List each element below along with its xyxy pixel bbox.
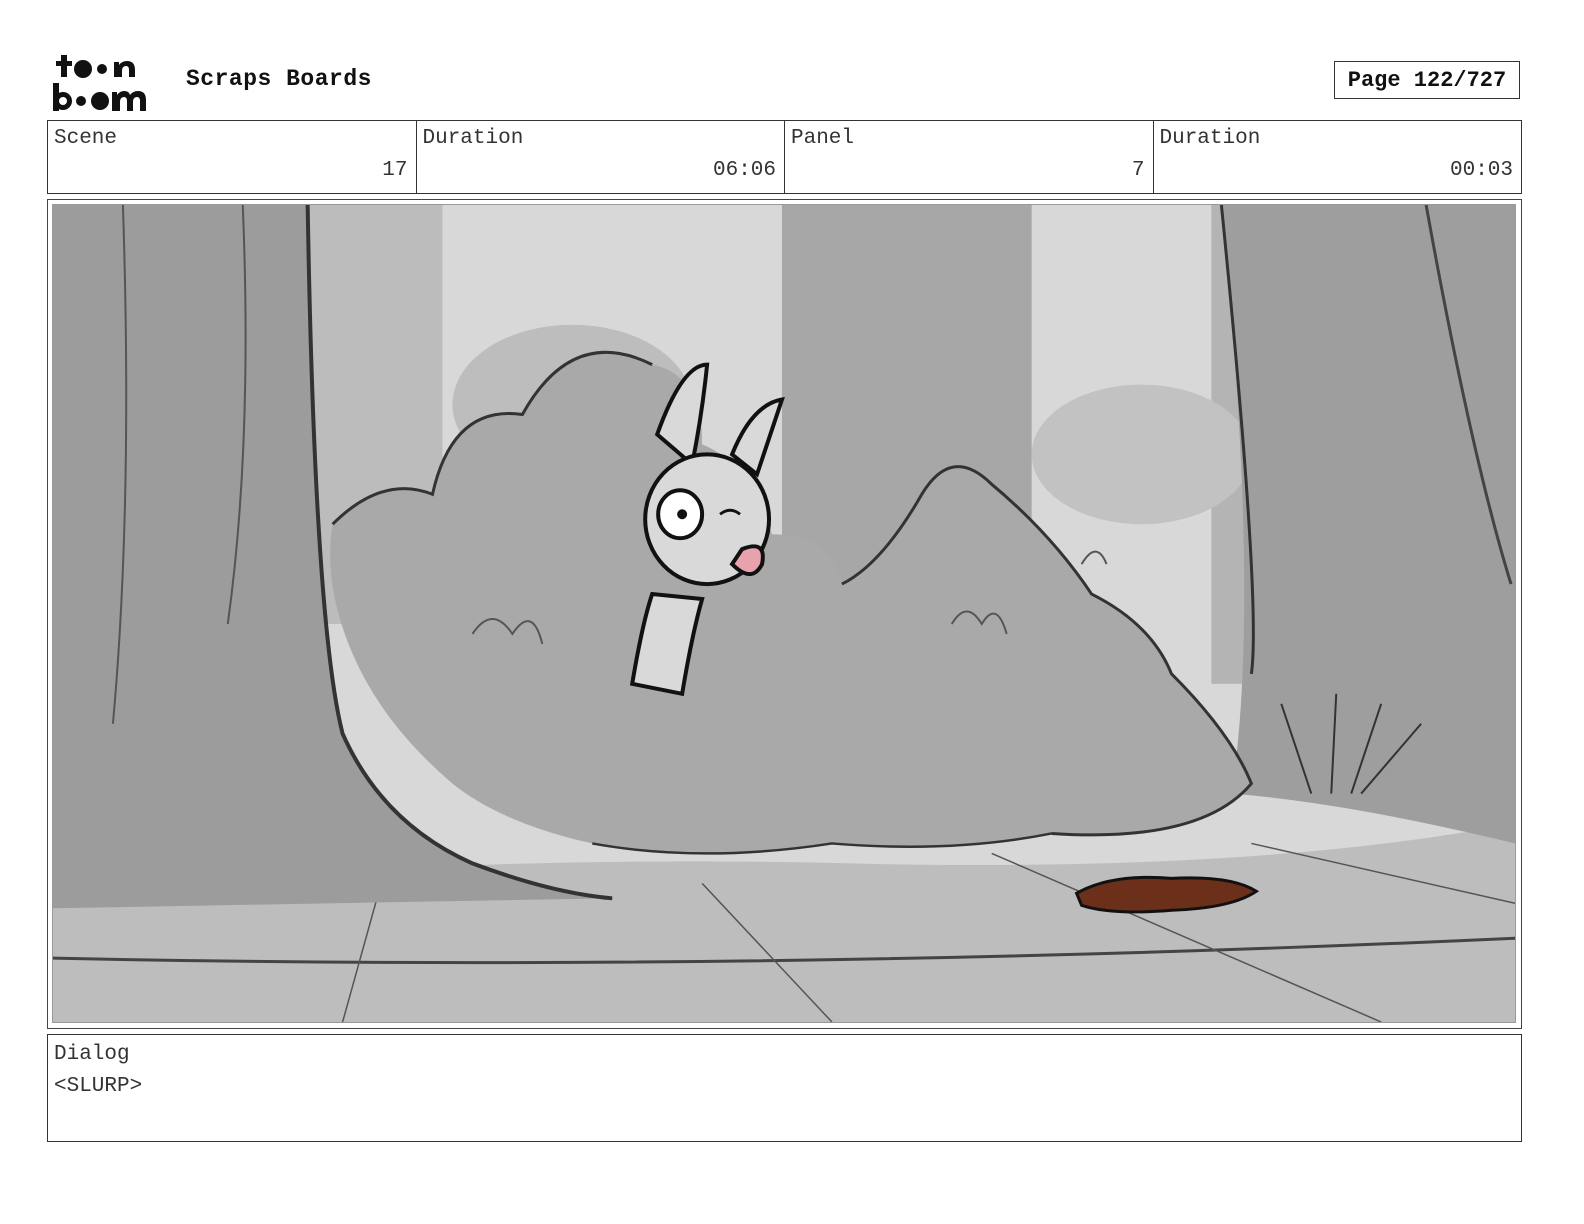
page-indicator: Page 122/727 — [1334, 61, 1520, 99]
storyboard-panel-drawing — [52, 204, 1516, 1023]
panel-cell: Panel 7 — [785, 121, 1154, 193]
dialog-box: Dialog <SLURP> — [47, 1034, 1522, 1142]
dialog-label: Dialog — [54, 1043, 130, 1066]
scene-cell: Scene 17 — [48, 121, 417, 193]
app-title: Scraps Boards — [186, 66, 372, 92]
scene-duration-value: 06:06 — [712, 159, 776, 182]
dialog-text: <SLURP> — [54, 1075, 143, 1098]
panel-duration-label: Duration — [1159, 127, 1261, 150]
toon-boom-logo — [53, 55, 146, 111]
panel-image-frame — [47, 199, 1522, 1029]
panel-duration-value: 00:03 — [1449, 159, 1513, 182]
panel-label: Panel — [791, 127, 855, 150]
scene-duration-cell: Duration 06:06 — [417, 121, 785, 193]
scene-value: 17 — [382, 159, 408, 182]
panel-duration-cell: Duration 00:03 — [1154, 121, 1522, 193]
scene-label: Scene — [54, 127, 118, 150]
info-row: Scene 17 Duration 06:06 Panel 7 Duration… — [47, 120, 1522, 194]
panel-value: 7 — [1131, 159, 1145, 182]
scene-duration-label: Duration — [422, 127, 524, 150]
